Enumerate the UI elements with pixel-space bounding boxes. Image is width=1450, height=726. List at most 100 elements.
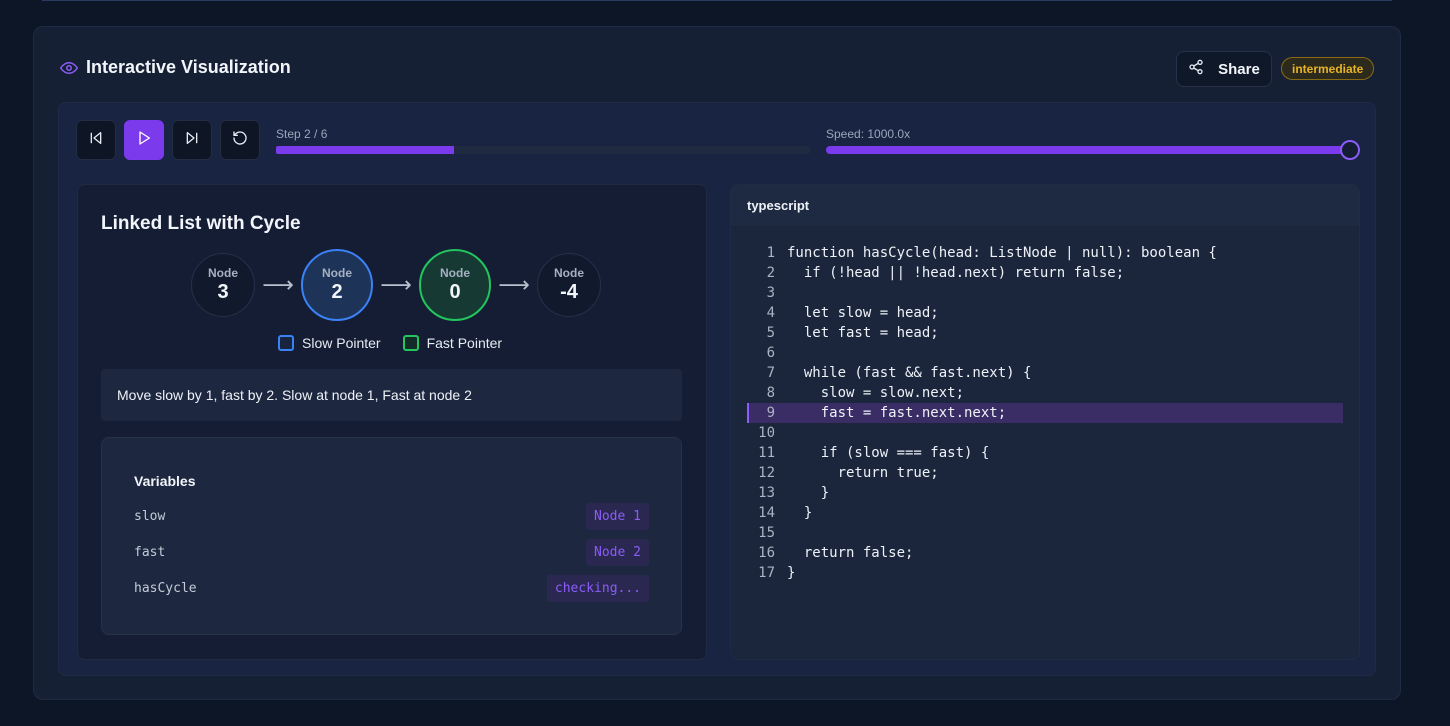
code-text: return true;: [787, 465, 939, 481]
node-label: Node: [440, 266, 470, 280]
legend-slow-label: Slow Pointer: [302, 335, 381, 351]
difficulty-badge: intermediate: [1281, 57, 1375, 80]
legend-fast-label: Fast Pointer: [426, 335, 503, 351]
line-number: 17: [758, 565, 775, 581]
play-button[interactable]: [124, 120, 164, 160]
line-number: 16: [758, 545, 775, 561]
code-line: 14 }: [747, 503, 1343, 523]
variables-title: Variables: [134, 473, 196, 489]
line-number: 10: [758, 425, 775, 441]
code-text: }: [787, 565, 796, 581]
line-number: 11: [758, 445, 775, 461]
list-node: Node -4: [537, 253, 601, 317]
line-number: 6: [766, 345, 775, 361]
variable-value: Node 2: [586, 538, 649, 566]
code-line: 5 let fast = head;: [747, 323, 1343, 343]
variables-panel: Variables slow Node 1 fast Node 2 hasCyc…: [101, 437, 682, 635]
slow-swatch: [278, 335, 294, 351]
speed-slider-track[interactable]: [826, 146, 1350, 154]
line-number: 12: [758, 465, 775, 481]
code-text: slow = slow.next;: [787, 385, 965, 401]
visualization-title: Linked List with Cycle: [101, 213, 301, 234]
line-number: 3: [766, 285, 775, 301]
variable-row: fast Node 2: [134, 538, 649, 566]
code-line: 1 function hasCycle(head: ListNode | null…: [747, 243, 1343, 263]
code-line-active: 9 fast = fast.next.next;: [747, 403, 1343, 423]
code-block: 1 function hasCycle(head: ListNode | null…: [747, 243, 1343, 583]
code-line: 4 let slow = head;: [747, 303, 1343, 323]
fast-swatch: [402, 335, 419, 351]
variable-row: slow Node 1: [134, 502, 649, 530]
variable-name: slow: [134, 508, 166, 524]
eye-icon: [60, 59, 78, 77]
code-text: let slow = head;: [787, 305, 939, 321]
step-progress-fill: [276, 146, 454, 154]
arrow-right-icon: ⟶: [380, 272, 412, 297]
code-line: 12 return true;: [747, 463, 1343, 483]
share-button[interactable]: Share: [1176, 51, 1272, 87]
code-text: return false;: [787, 545, 914, 561]
code-line: 10: [747, 423, 1343, 443]
visualizer-container: Step 2 / 6 Speed: 1000.0x Linked List wi…: [58, 102, 1376, 676]
code-text: }: [787, 505, 813, 521]
play-icon: [136, 130, 152, 151]
code-line: 6: [747, 343, 1343, 363]
share-label: Share: [1218, 60, 1260, 78]
node-value: -4: [560, 281, 578, 303]
step-progress-bar: [276, 146, 810, 154]
line-number: 1: [766, 245, 775, 261]
pointer-legend: Slow Pointer Fast Pointer: [278, 335, 502, 351]
skip-back-icon: [88, 130, 104, 151]
code-line: 15: [747, 523, 1343, 543]
variable-name: fast: [134, 544, 166, 560]
step-description: Move slow by 1, fast by 2. Slow at node …: [101, 369, 682, 421]
card-header: Interactive Visualization: [60, 57, 291, 78]
node-value: 0: [449, 281, 461, 303]
line-number: 15: [758, 525, 775, 541]
skip-forward-icon: [184, 130, 200, 151]
node-label: Node: [322, 266, 352, 280]
arrow-right-icon: ⟶: [498, 272, 530, 297]
line-number: 4: [766, 305, 775, 321]
code-panel: typescript 1 function hasCycle(head: List…: [730, 184, 1360, 660]
code-text: while (fast && fast.next) {: [787, 365, 1032, 381]
speed-label: Speed: 1000.0x: [826, 127, 911, 141]
variable-row: hasCycle checking...: [134, 574, 649, 602]
step-label: Step 2 / 6: [276, 127, 328, 141]
step-back-button[interactable]: [76, 120, 116, 160]
code-line: 16 return false;: [747, 543, 1343, 563]
reset-icon: [232, 130, 248, 151]
node-value: 2: [331, 281, 343, 303]
line-number: 14: [758, 505, 775, 521]
code-line: 17}: [747, 563, 1343, 583]
code-text: let fast = head;: [787, 325, 939, 341]
visualization-card: Interactive Visualization Share intermed…: [33, 26, 1401, 700]
code-line: 3: [747, 283, 1343, 303]
code-line: 7 while (fast && fast.next) {: [747, 363, 1343, 383]
page-title: Interactive Visualization: [86, 57, 291, 77]
step-forward-button[interactable]: [172, 120, 212, 160]
legend-fast: Fast Pointer: [402, 335, 503, 351]
code-language: typescript: [731, 185, 1359, 227]
code-text: function hasCycle(head: ListNode | null)…: [787, 245, 1217, 261]
line-number: 2: [766, 265, 775, 281]
list-node: Node 3: [191, 253, 255, 317]
top-divider: [42, 0, 1392, 1]
code-text: fast = fast.next.next;: [787, 405, 1007, 421]
code-text: if (!head || !head.next) return false;: [787, 265, 1125, 281]
reset-button[interactable]: [220, 120, 260, 160]
code-line: 13 }: [747, 483, 1343, 503]
node-label: Node: [208, 266, 238, 280]
share-icon: [1188, 59, 1204, 79]
legend-slow: Slow Pointer: [278, 335, 381, 351]
line-number: 13: [758, 485, 775, 501]
variable-value: checking...: [546, 574, 649, 602]
code-text: }: [787, 485, 830, 501]
speed-slider-thumb[interactable]: [1340, 140, 1360, 160]
linked-list: Node 3 ⟶ Node 2 ⟶ Node 0 ⟶ Node -4: [191, 249, 601, 321]
code-line: 8 slow = slow.next;: [747, 383, 1343, 403]
variable-value: Node 1: [586, 502, 649, 530]
line-number: 7: [766, 365, 775, 381]
node-value: 3: [217, 281, 229, 303]
code-line: 11 if (slow === fast) {: [747, 443, 1343, 463]
